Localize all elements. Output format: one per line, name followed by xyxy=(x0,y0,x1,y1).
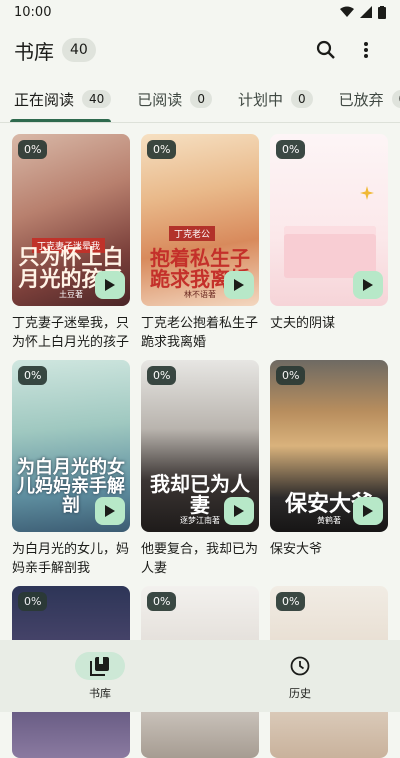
more-options-button[interactable] xyxy=(346,30,386,70)
play-button[interactable] xyxy=(224,497,254,525)
book-title: 丁克老公抱着私生子跪求我离婚 xyxy=(141,316,259,350)
progress-badge: 0% xyxy=(147,366,177,385)
progress-badge: 0% xyxy=(18,140,48,159)
book-title: 丈夫的阴谋 xyxy=(270,316,336,331)
progress-badge: 0% xyxy=(18,366,48,385)
status-time: 10:00 xyxy=(14,4,52,20)
tab-count-badge: 0 xyxy=(190,90,212,108)
book-cover[interactable]: 0% xyxy=(270,134,388,306)
status-icons xyxy=(340,5,386,19)
play-icon xyxy=(105,505,115,517)
library-count-badge: 40 xyxy=(62,38,96,62)
library-tabs: 正在阅读 40 已阅读 0 计划中 0 已放弃 0 xyxy=(0,76,400,123)
progress-badge: 0% xyxy=(147,592,177,611)
page-title: 书库 xyxy=(14,39,54,64)
book-card[interactable]: 0% 丁克老公 抱着私生子跪求我离婚 林不语著 丁克老公抱着私生子跪求我离婚 xyxy=(141,134,259,354)
book-title: 丁克妻子迷晕我，只为怀上白月光的孩子 xyxy=(12,316,130,350)
progress-badge: 0% xyxy=(276,140,306,159)
cover-tag: 丁克老公 xyxy=(169,226,216,241)
tab-reading[interactable]: 正在阅读 40 xyxy=(0,76,123,122)
tab-count-badge: 0 xyxy=(290,90,313,108)
book-card[interactable]: 0% 丁克妻子迷晕我 只为怀上白月光的孩子 土豆著 丁克妻子迷晕我，只为怀上白月… xyxy=(12,134,130,354)
history-icon xyxy=(275,652,325,680)
tab-label: 已阅读 xyxy=(137,90,183,109)
play-icon xyxy=(234,279,244,291)
play-button[interactable] xyxy=(353,497,383,525)
tab-label: 计划中 xyxy=(237,90,283,109)
book-cover[interactable]: 0% 我却已为人妻 逐梦江南著 xyxy=(141,360,259,532)
app-bar: 书库 40 xyxy=(0,24,400,76)
bottom-navigation: 书库 历史 xyxy=(0,640,400,712)
progress-badge: 0% xyxy=(18,592,48,611)
play-icon xyxy=(234,505,244,517)
play-icon xyxy=(363,505,373,517)
tab-read[interactable]: 已阅读 0 xyxy=(123,76,224,122)
library-icon xyxy=(75,651,125,680)
sparkle-icon xyxy=(360,186,374,200)
tab-count-badge: 0 xyxy=(391,90,400,108)
book-cover[interactable]: 0% 丁克妻子迷晕我 只为怀上白月光的孩子 土豆著 xyxy=(12,134,130,306)
book-card[interactable]: 0% 丈夫的阴谋 xyxy=(270,134,388,354)
wifi-icon xyxy=(340,6,354,17)
book-title: 为白月光的女儿，妈妈亲手解剖我 xyxy=(12,542,130,576)
search-button[interactable] xyxy=(306,30,346,70)
play-button[interactable] xyxy=(95,271,125,299)
more-vert-icon xyxy=(364,42,368,58)
play-icon xyxy=(363,279,373,291)
search-icon xyxy=(316,40,335,59)
book-card[interactable]: 0% 为白月光的女儿妈妈亲手解剖 为白月光的女儿，妈妈亲手解剖我 xyxy=(12,360,130,580)
tab-planned[interactable]: 计划中 0 xyxy=(224,76,325,122)
tab-dropped[interactable]: 已放弃 0 xyxy=(325,76,400,122)
book-cover[interactable]: 0% 为白月光的女儿妈妈亲手解剖 xyxy=(12,360,130,532)
progress-badge: 0% xyxy=(276,592,306,611)
book-title: 他要复合，我却已为人妻 xyxy=(141,542,259,576)
play-button[interactable] xyxy=(224,271,254,299)
progress-badge: 0% xyxy=(147,140,177,159)
play-button[interactable] xyxy=(95,497,125,525)
book-cover[interactable]: 0% 丁克老公 抱着私生子跪求我离婚 林不语著 xyxy=(141,134,259,306)
tab-count-badge: 40 xyxy=(82,90,112,108)
play-icon xyxy=(105,279,115,291)
tab-label: 正在阅读 xyxy=(14,90,75,109)
nav-library[interactable]: 书库 xyxy=(0,640,200,712)
battery-icon xyxy=(378,5,386,19)
tab-label: 已放弃 xyxy=(338,90,384,109)
book-title: 保安大爷 xyxy=(270,542,323,557)
nav-label: 书库 xyxy=(89,686,111,700)
signal-icon xyxy=(360,6,372,18)
nav-label: 历史 xyxy=(289,686,311,700)
book-cover[interactable]: 0% 保安大爷 黄鹤著 xyxy=(270,360,388,532)
book-card[interactable]: 0% 我却已为人妻 逐梦江南著 他要复合，我却已为人妻 xyxy=(141,360,259,580)
progress-badge: 0% xyxy=(276,366,306,385)
play-button[interactable] xyxy=(353,271,383,299)
book-card[interactable]: 0% 保安大爷 黄鹤著 保安大爷 xyxy=(270,360,388,580)
status-bar: 10:00 xyxy=(0,0,400,24)
nav-history[interactable]: 历史 xyxy=(200,640,400,712)
